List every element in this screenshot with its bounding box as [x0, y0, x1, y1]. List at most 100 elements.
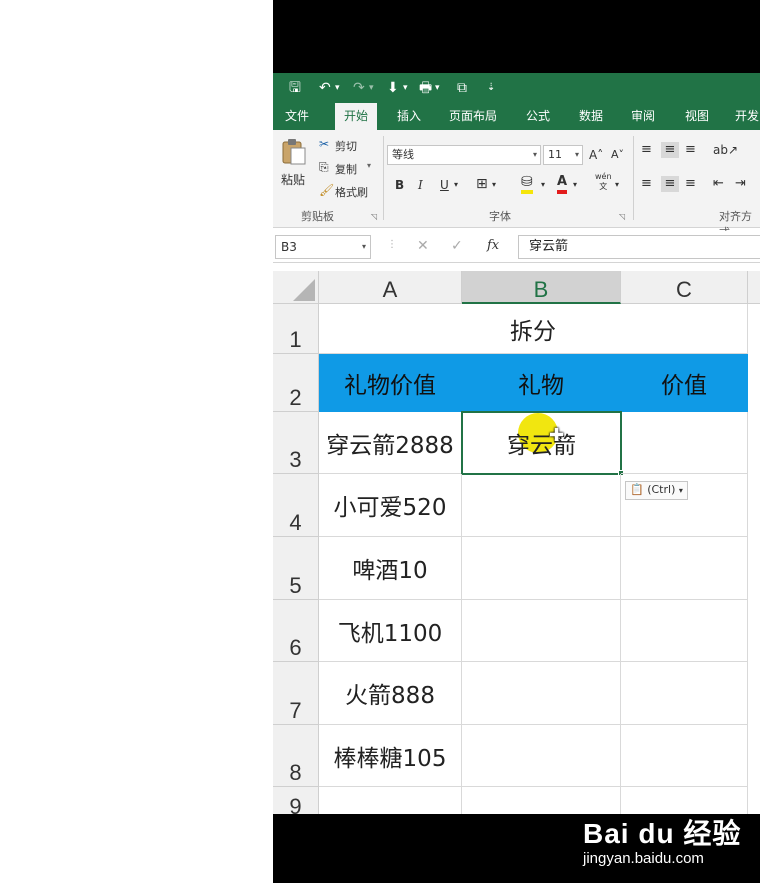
cell-b9[interactable]: [462, 787, 621, 814]
cell-a8[interactable]: 棒棒糖105: [319, 725, 462, 787]
cell-b3-active[interactable]: 穿云箭: [461, 411, 622, 475]
copy-icon[interactable]: ⎘: [319, 160, 329, 175]
column-header-d[interactable]: [748, 271, 760, 304]
touch-mode-icon[interactable]: ⬇: [387, 78, 399, 98]
column-header-a[interactable]: A: [319, 271, 462, 304]
name-box[interactable]: B3 ▾: [275, 235, 371, 259]
font-launcher-icon[interactable]: ◹: [619, 212, 625, 221]
enter-icon[interactable]: ✓: [451, 238, 463, 254]
cell-c2-header[interactable]: 价值: [621, 354, 748, 412]
cell-a4[interactable]: 小可爱520: [319, 474, 462, 537]
cell-a3[interactable]: 穿云箭2888: [319, 412, 462, 474]
cell-c5[interactable]: [621, 537, 748, 600]
tab-formulas[interactable]: 公式: [517, 103, 559, 130]
redo-dropdown-icon[interactable]: ▾: [369, 78, 374, 98]
fill-color-dropdown-icon[interactable]: ▾: [541, 177, 545, 193]
paste-options-button[interactable]: 📋 (Ctrl) ▾: [625, 481, 688, 500]
phonetic-icon[interactable]: wén 文: [595, 172, 612, 192]
italic-button[interactable]: I: [418, 177, 423, 193]
tab-home[interactable]: 开始: [335, 103, 377, 130]
tab-insert[interactable]: 插入: [389, 103, 429, 130]
row-header-5[interactable]: 5: [273, 537, 319, 600]
align-top-icon[interactable]: ≡: [641, 142, 652, 158]
cell-c3[interactable]: [621, 412, 748, 474]
merged-title-cell[interactable]: 拆分: [319, 304, 748, 354]
copy-dropdown-icon[interactable]: ▾: [367, 161, 371, 170]
borders-icon[interactable]: ⊞: [476, 176, 488, 192]
align-left-icon[interactable]: ≡: [641, 176, 652, 192]
cell-b6[interactable]: [462, 600, 621, 662]
row-header-8[interactable]: 8: [273, 725, 319, 787]
font-size-select[interactable]: 11 ▾: [543, 145, 583, 165]
tab-file[interactable]: 文件: [277, 103, 317, 130]
cell-c6[interactable]: [621, 600, 748, 662]
tab-page-layout[interactable]: 页面布局: [443, 103, 503, 130]
align-bottom-icon[interactable]: ≡: [685, 142, 696, 158]
paste-icon[interactable]: [281, 137, 307, 165]
row-header-9[interactable]: 9: [273, 787, 319, 814]
font-name-select[interactable]: 等线 ▾: [387, 145, 541, 165]
cell-b4[interactable]: [462, 474, 621, 537]
format-painter-button[interactable]: 格式刷: [335, 184, 368, 200]
increase-font-button[interactable]: A˄: [589, 147, 603, 163]
underline-button[interactable]: U: [440, 177, 449, 193]
underline-dropdown-icon[interactable]: ▾: [454, 177, 458, 193]
align-center-icon[interactable]: ≡: [661, 176, 679, 192]
cell-a5[interactable]: 啤酒10: [319, 537, 462, 600]
row-header-3[interactable]: 3: [273, 412, 319, 474]
cell-c9[interactable]: [621, 787, 748, 814]
decrease-indent-icon[interactable]: ⇤: [713, 176, 724, 192]
scissors-icon[interactable]: ✂: [319, 137, 329, 151]
row-header-4[interactable]: 4: [273, 474, 319, 537]
format-painter-icon[interactable]: 🖌: [319, 183, 334, 197]
bold-button[interactable]: B: [395, 177, 404, 193]
cell-a7[interactable]: 火箭888: [319, 662, 462, 725]
print-preview-dropdown-icon[interactable]: ▾: [435, 78, 440, 98]
tab-view[interactable]: 视图: [677, 103, 717, 130]
phonetic-dropdown-icon[interactable]: ▾: [615, 177, 619, 193]
paste-button[interactable]: 粘贴: [281, 171, 305, 188]
insert-function-icon[interactable]: fx: [487, 238, 499, 253]
cell-b5[interactable]: [462, 537, 621, 600]
column-header-b[interactable]: B: [462, 271, 621, 304]
tab-developer[interactable]: 开发: [729, 103, 760, 130]
cell-c7[interactable]: [621, 662, 748, 725]
row-header-1[interactable]: 1: [273, 304, 319, 354]
redo-icon[interactable]: ↷: [353, 78, 365, 98]
cell-a6[interactable]: 飞机1100: [319, 600, 462, 662]
customize-qat-icon[interactable]: ⇣: [487, 78, 495, 98]
column-header-c[interactable]: C: [621, 271, 748, 304]
print-preview-icon[interactable]: 🖶: [419, 78, 432, 98]
cell-a9[interactable]: [319, 787, 462, 814]
fill-color-icon[interactable]: ⛁: [521, 174, 533, 194]
align-right-icon[interactable]: ≡: [685, 176, 696, 192]
touch-mode-dropdown-icon[interactable]: ▾: [403, 78, 408, 98]
row-header-6[interactable]: 6: [273, 600, 319, 662]
cell-b2-header[interactable]: 礼物: [462, 354, 621, 412]
row-header-7[interactable]: 7: [273, 662, 319, 725]
decrease-font-button[interactable]: A˅: [611, 147, 624, 163]
borders-dropdown-icon[interactable]: ▾: [492, 177, 496, 193]
orientation-icon[interactable]: ab↗: [713, 142, 738, 158]
font-color-icon[interactable]: A: [557, 174, 568, 194]
select-all-corner[interactable]: [273, 271, 319, 304]
clipboard-launcher-icon[interactable]: ◹: [371, 212, 377, 221]
cell-b7[interactable]: [462, 662, 621, 725]
tab-data[interactable]: 数据: [571, 103, 611, 130]
copy-button[interactable]: 复制: [335, 161, 357, 177]
row-header-2[interactable]: 2: [273, 354, 319, 412]
splitter-dots-icon[interactable]: ⋮: [387, 239, 397, 250]
tab-review[interactable]: 审阅: [623, 103, 663, 130]
increase-indent-icon[interactable]: ⇥: [735, 176, 746, 192]
form-icon[interactable]: ⧉: [457, 78, 467, 98]
cut-button[interactable]: 剪切: [335, 138, 357, 154]
cancel-icon[interactable]: ✕: [417, 238, 429, 254]
font-color-dropdown-icon[interactable]: ▾: [573, 177, 577, 193]
cell-a2-header[interactable]: 礼物价值: [319, 354, 462, 412]
save-icon[interactable]: 🖫: [289, 78, 301, 98]
cell-c8[interactable]: [621, 725, 748, 787]
align-middle-icon[interactable]: ≡: [661, 142, 679, 158]
formula-input[interactable]: 穿云箭: [518, 235, 760, 259]
undo-dropdown-icon[interactable]: ▾: [335, 78, 340, 98]
undo-icon[interactable]: ↶: [319, 78, 331, 98]
